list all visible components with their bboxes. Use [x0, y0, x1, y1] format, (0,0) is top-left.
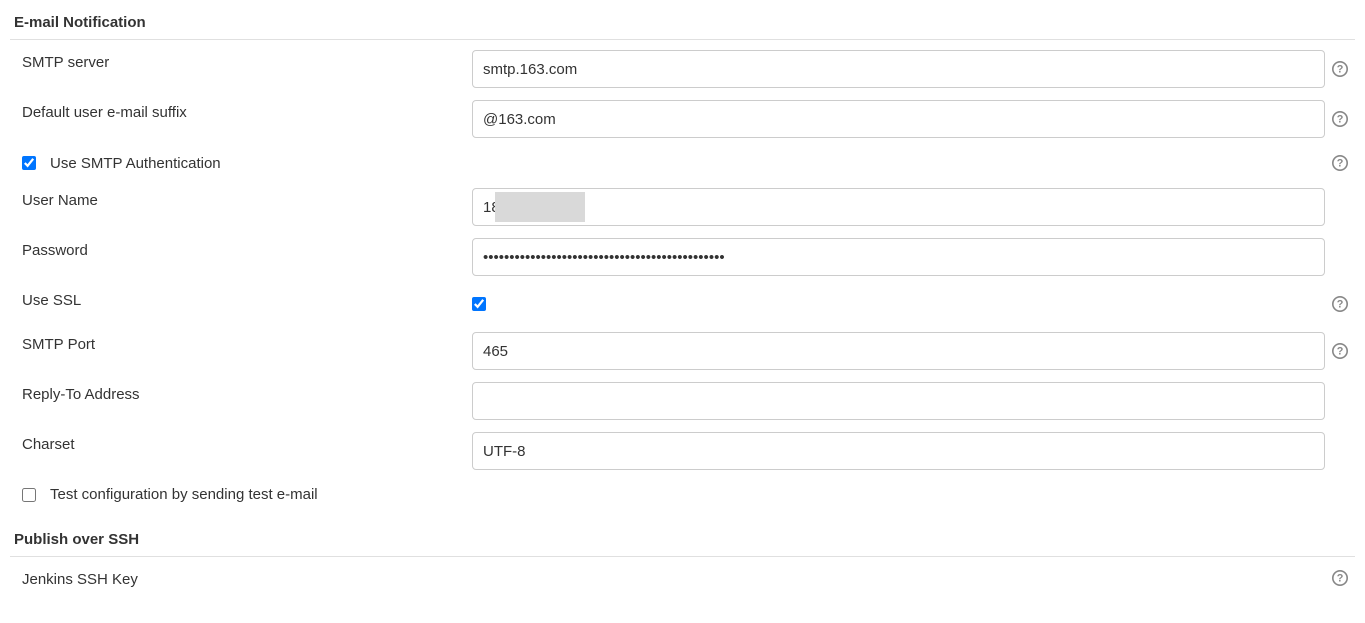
row-email-suffix: Default user e-mail suffix ?	[10, 94, 1355, 144]
help-icon[interactable]: ?	[1331, 60, 1349, 78]
section-title-email: E-mail Notification	[10, 8, 1355, 40]
use-auth-checkbox[interactable]	[22, 156, 36, 170]
row-smtp-port: SMTP Port ?	[10, 326, 1355, 376]
reply-to-label: Reply-To Address	[22, 382, 472, 403]
row-ssh-key: Jenkins SSH Key ?	[10, 561, 1355, 595]
svg-text:?: ?	[1337, 114, 1344, 126]
svg-text:?: ?	[1337, 158, 1344, 170]
smtp-port-label: SMTP Port	[22, 332, 472, 353]
charset-input[interactable]	[472, 432, 1325, 470]
help-icon[interactable]: ?	[1331, 569, 1349, 587]
username-label: User Name	[22, 188, 472, 209]
row-smtp-server: SMTP server ?	[10, 44, 1355, 94]
row-use-ssl: Use SSL ?	[10, 282, 1355, 326]
email-suffix-input[interactable]	[472, 100, 1325, 138]
smtp-server-input[interactable]	[472, 50, 1325, 88]
use-auth-label: Use SMTP Authentication	[50, 155, 221, 172]
charset-label: Charset	[22, 432, 472, 453]
ssh-key-label: Jenkins SSH Key	[22, 567, 472, 588]
help-icon[interactable]: ?	[1331, 110, 1349, 128]
row-use-auth: Use SMTP Authentication ?	[10, 144, 1355, 182]
test-config-checkbox[interactable]	[22, 488, 36, 502]
password-label: Password	[22, 238, 472, 259]
row-username: User Name	[10, 182, 1355, 232]
row-password: Password	[10, 232, 1355, 282]
svg-text:?: ?	[1337, 573, 1344, 585]
username-input[interactable]	[472, 188, 1325, 226]
smtp-server-label: SMTP server	[22, 50, 472, 71]
section-title-ssh: Publish over SSH	[10, 525, 1355, 557]
reply-to-input[interactable]	[472, 382, 1325, 420]
svg-text:?: ?	[1337, 299, 1344, 311]
password-input[interactable]	[472, 238, 1325, 276]
test-config-label: Test configuration by sending test e-mai…	[50, 486, 318, 503]
email-suffix-label: Default user e-mail suffix	[22, 100, 472, 121]
help-icon[interactable]: ?	[1331, 295, 1349, 313]
help-icon[interactable]: ?	[1331, 154, 1349, 172]
smtp-port-input[interactable]	[472, 332, 1325, 370]
use-ssl-checkbox[interactable]	[472, 297, 486, 311]
use-ssl-label: Use SSL	[22, 288, 472, 309]
row-reply-to: Reply-To Address	[10, 376, 1355, 426]
row-test-config: Test configuration by sending test e-mai…	[10, 476, 1355, 513]
svg-text:?: ?	[1337, 64, 1344, 76]
row-charset: Charset	[10, 426, 1355, 476]
svg-text:?: ?	[1337, 346, 1344, 358]
help-icon[interactable]: ?	[1331, 342, 1349, 360]
